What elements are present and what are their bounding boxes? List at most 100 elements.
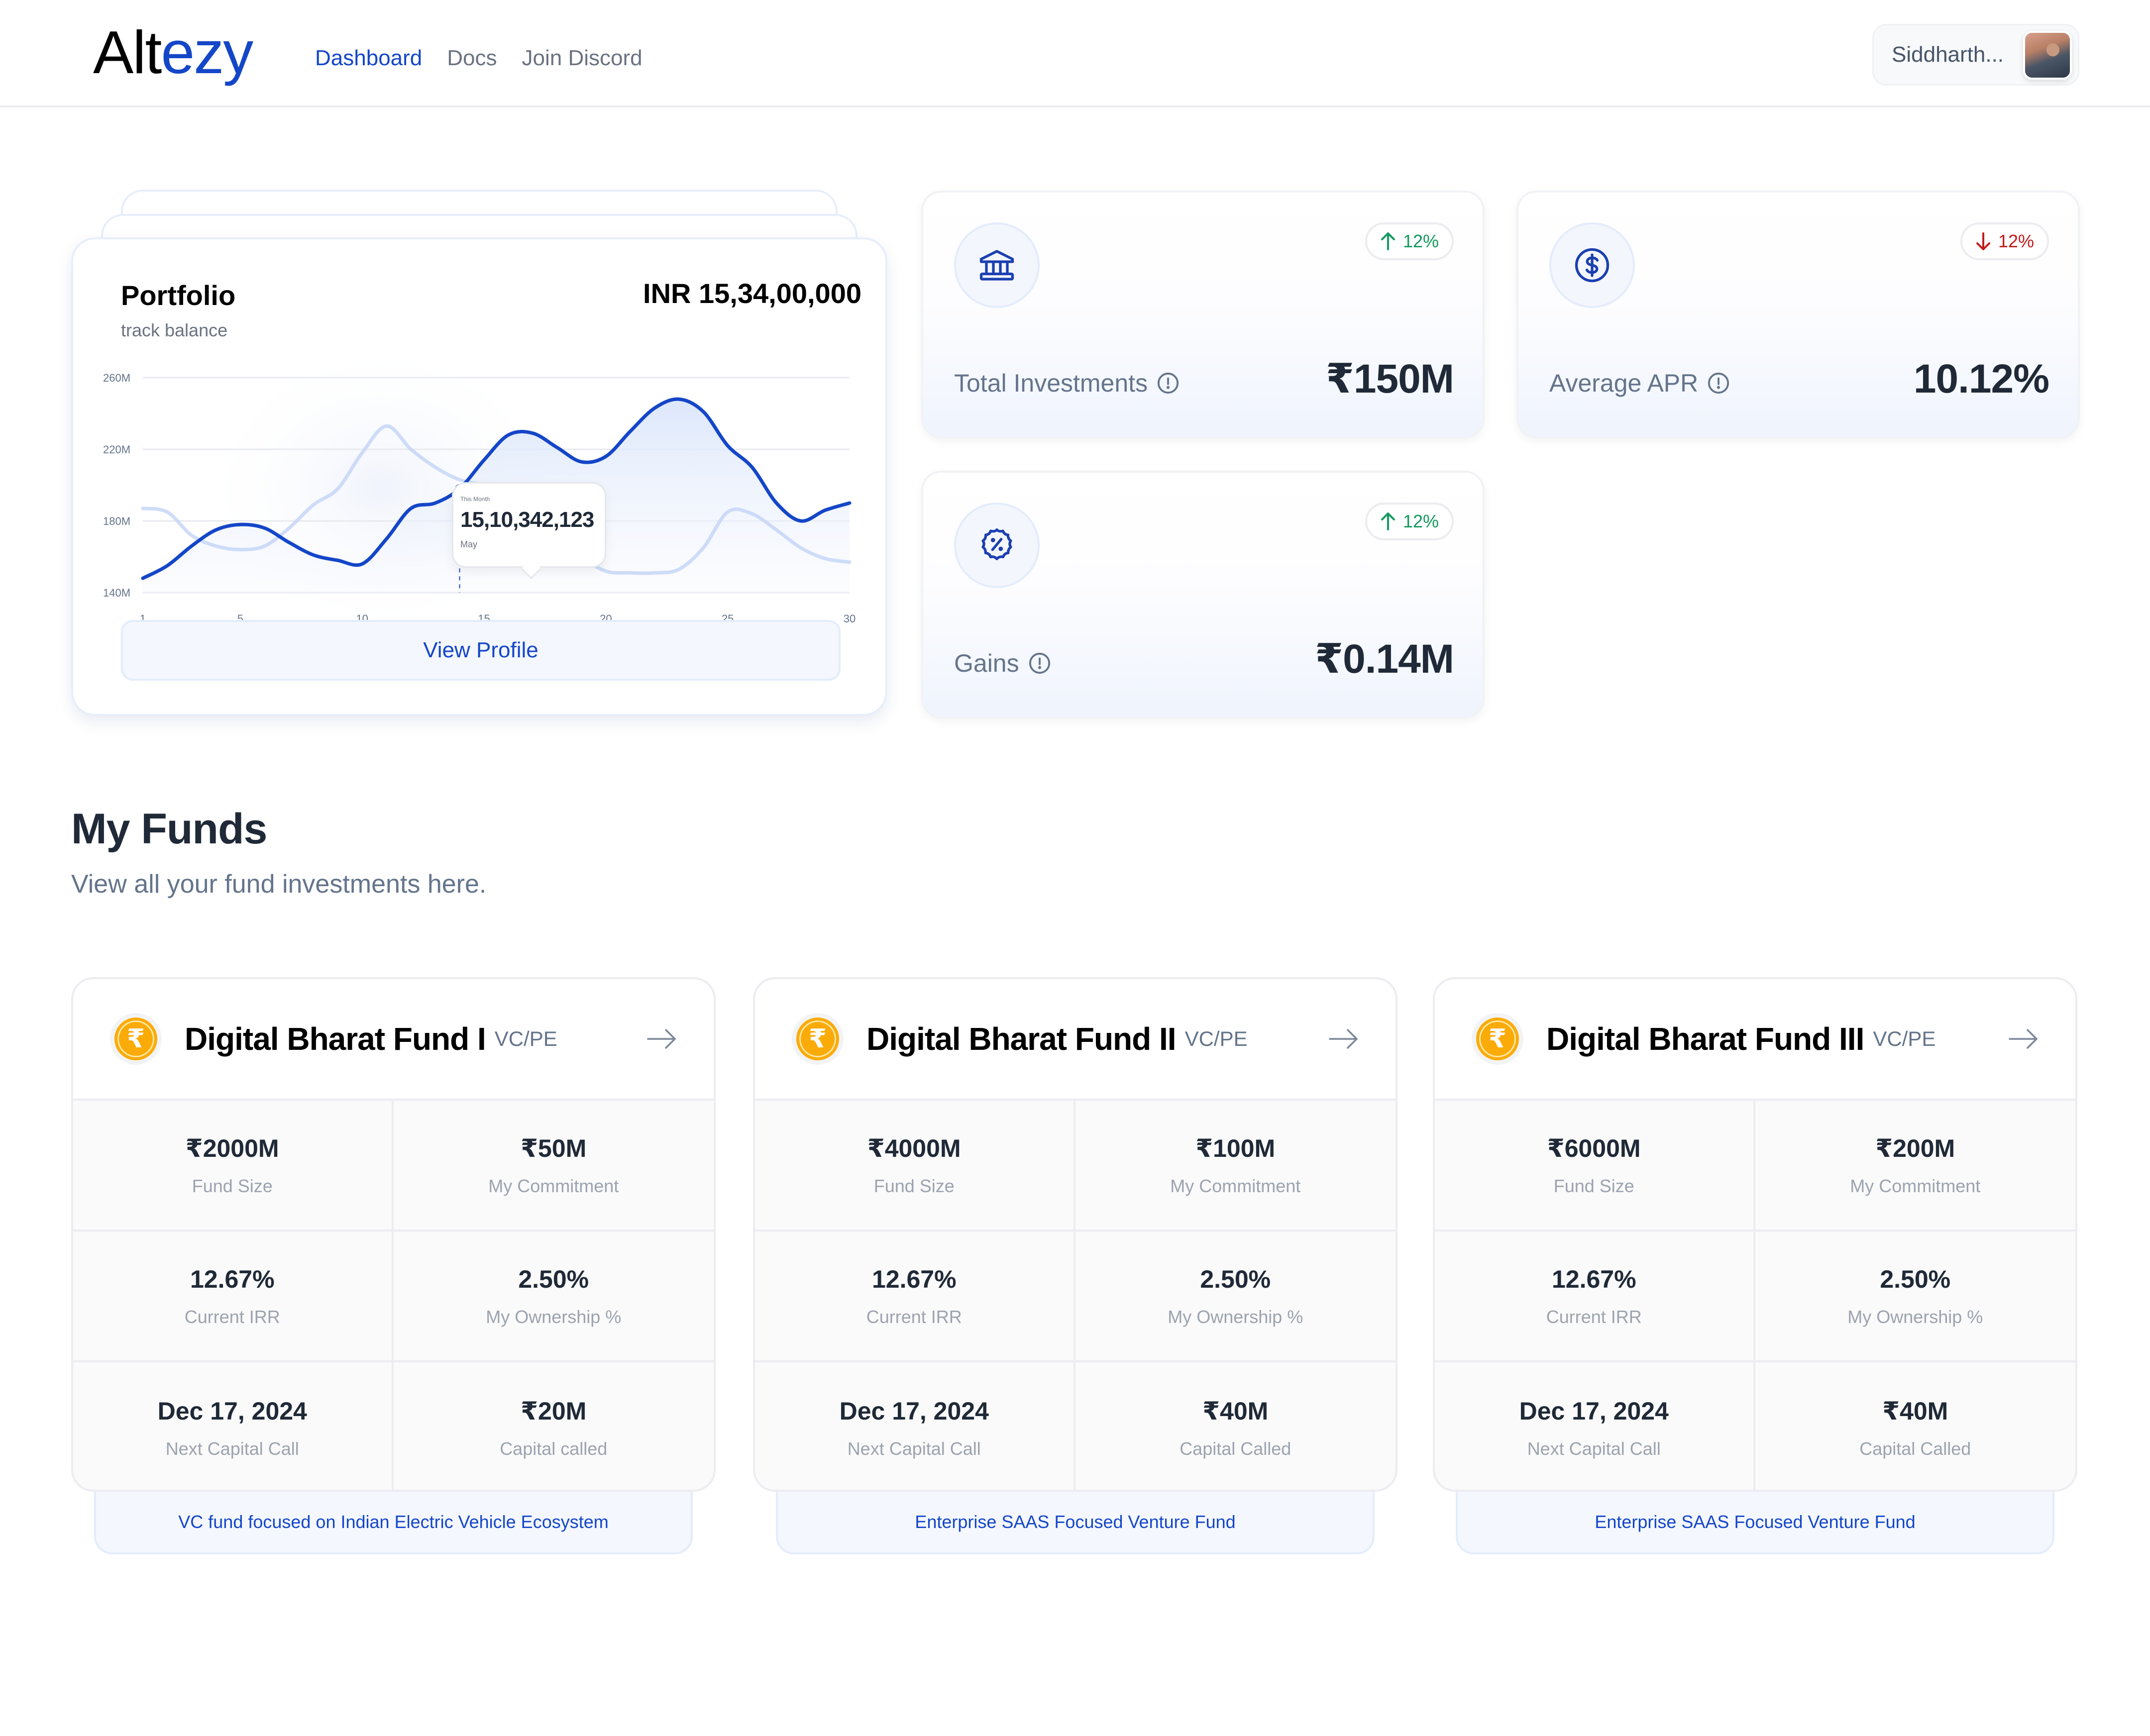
logo-text-accent: ezy (161, 18, 253, 86)
arrow-right-icon[interactable] (646, 1027, 678, 1051)
metric-value: 2.50% (518, 1265, 589, 1293)
fund-metric: Dec 17, 2024 Next Capital Call (755, 1362, 1075, 1490)
metric-value: Dec 17, 2024 (839, 1397, 989, 1425)
metric-label: My Ownership % (1847, 1306, 1983, 1327)
fund-metric: ₹2000M Fund Size (73, 1101, 394, 1231)
metric-value: 12.67% (1551, 1265, 1636, 1293)
fund-metric: 2.50% My Ownership % (1755, 1231, 2075, 1362)
arrow-right-icon[interactable] (1328, 1027, 1360, 1051)
metric-value: 12.67% (190, 1265, 275, 1293)
metric-label: Current IRR (866, 1306, 962, 1327)
top-nav-bar: Altezy Dashboard Docs Join Discord Siddh… (0, 0, 2150, 107)
metric-value: ₹4000M (867, 1134, 961, 1162)
fund-metric: ₹100M My Commitment (1075, 1101, 1396, 1231)
metric-value: 12.67% (871, 1265, 957, 1293)
metric-value: Dec 17, 2024 (157, 1397, 307, 1425)
fund-metric: 2.50% My Ownership % (393, 1231, 714, 1362)
fund-description: VC fund focused on Indian Electric Vehic… (94, 1490, 693, 1554)
stat-value: 10.12% (1913, 356, 2049, 402)
change-badge: 12% (1365, 503, 1454, 540)
nav-dashboard-link[interactable]: Dashboard (315, 46, 422, 71)
stat-label: Total Investments (954, 369, 1148, 397)
main-nav: Dashboard Docs Join Discord (315, 46, 643, 71)
metric-label: Fund Size (873, 1175, 955, 1196)
rupee-coin-icon: ₹ (792, 1013, 844, 1065)
stat-card-gains: 12% Gains ₹0.14M (921, 471, 1485, 718)
fund-card-body[interactable]: ₹ Digital Bharat Fund I VC/PE ₹2000M Fund… (71, 977, 716, 1492)
change-value: 12% (1402, 511, 1439, 531)
app-logo[interactable]: Altezy (93, 18, 253, 86)
info-icon[interactable] (1028, 652, 1051, 675)
portfolio-total-balance: INR 15,34,00,000 (643, 278, 861, 309)
fund-name: Digital Bharat Fund I (185, 1021, 486, 1057)
tooltip-label: This Month (460, 496, 490, 503)
fund-metric: 12.67% Current IRR (1435, 1231, 1755, 1362)
fund-header: ₹ Digital Bharat Fund III VC/PE (1435, 979, 2075, 1101)
metric-value: ₹2000M (185, 1134, 279, 1162)
change-badge: 12% (1960, 222, 2049, 260)
metric-value: Dec 17, 2024 (1519, 1397, 1669, 1425)
y-tick-label: 180M (103, 515, 130, 527)
stat-label: Gains (954, 649, 1019, 677)
fund-card-body[interactable]: ₹ Digital Bharat Fund II VC/PE ₹4000M Fun… (753, 977, 1398, 1492)
fund-card: ₹ Digital Bharat Fund II VC/PE ₹4000M Fun… (753, 977, 1398, 1554)
stat-label: Average APR (1549, 369, 1699, 397)
fund-metrics-grid: ₹6000M Fund Size ₹200M My Commitment 12.67% C… (1435, 1101, 2076, 1490)
fund-card: ₹ Digital Bharat Fund I VC/PE ₹2000M Fund… (71, 977, 716, 1554)
fund-metric: Dec 17, 2024 Next Capital Call (73, 1362, 394, 1490)
nav-join-discord-link[interactable]: Join Discord (522, 46, 643, 71)
arrow-right-icon[interactable] (2008, 1027, 2040, 1051)
stat-value: ₹150M (1325, 356, 1454, 402)
logo-text-primary: Alt (93, 18, 162, 86)
portfolio-card: Portfolio track balance INR 15,34,00,000… (71, 237, 887, 716)
fund-card-body[interactable]: ₹ Digital Bharat Fund III VC/PE ₹6000M Fu… (1433, 977, 2077, 1492)
metric-value: 2.50% (1200, 1265, 1271, 1293)
view-profile-button[interactable]: View Profile (121, 620, 841, 681)
change-badge: 12% (1365, 222, 1454, 260)
x-tick-label: 30 (844, 613, 856, 625)
metric-label: Capital Called (1180, 1438, 1291, 1459)
stat-card-average-apr: 12% Average APR 10.12% (1516, 191, 2080, 438)
fund-metric: ₹4000M Fund Size (755, 1101, 1075, 1231)
metric-value: 2.50% (1880, 1265, 1951, 1293)
metric-value: ₹40M (1202, 1397, 1269, 1425)
y-tick-label: 220M (103, 443, 130, 456)
portfolio-chart[interactable]: 140M 180M 220M 260M 1 5 10 15 20 25 30 This Month … (103, 339, 879, 637)
fund-metric: ₹200M My Commitment (1755, 1101, 2075, 1231)
metric-label: My Ownership % (486, 1306, 622, 1327)
fund-name: Digital Bharat Fund II (866, 1021, 1177, 1057)
stat-value: ₹0.14M (1315, 636, 1454, 682)
info-icon[interactable] (1707, 372, 1730, 395)
fund-metric: ₹40M Capital Called (1075, 1362, 1396, 1490)
fund-name: Digital Bharat Fund III (1546, 1021, 1864, 1057)
user-name: Siddharth... (1892, 42, 2004, 67)
fund-type: VC/PE (1873, 1027, 1936, 1050)
chart-tooltip: This Month 15,10,342,123 May (452, 482, 606, 568)
user-menu-button[interactable]: Siddharth... (1872, 24, 2079, 86)
metric-label: Capital called (500, 1438, 608, 1459)
nav-docs-link[interactable]: Docs (447, 46, 497, 71)
info-icon[interactable] (1157, 372, 1180, 395)
metric-label: Capital Called (1859, 1438, 1971, 1459)
metric-value: ₹100M (1195, 1134, 1276, 1162)
stat-card-total-investments: 12% Total Investments ₹150M (921, 191, 1485, 438)
fund-metric: Dec 17, 2024 Next Capital Call (1435, 1362, 1755, 1490)
dollar-circle-icon (1575, 248, 1610, 283)
metric-value: ₹20M (521, 1397, 587, 1425)
fund-type: VC/PE (1184, 1027, 1248, 1050)
metric-label: Next Capital Call (847, 1438, 981, 1459)
metric-label: Current IRR (184, 1306, 280, 1327)
bank-icon (979, 250, 1014, 281)
y-tick-label: 140M (103, 587, 130, 599)
metric-value: ₹6000M (1547, 1134, 1641, 1162)
fund-metric: 12.67% Current IRR (73, 1231, 394, 1362)
arrow-down-icon (1976, 232, 1990, 250)
fund-metric: ₹6000M Fund Size (1435, 1101, 1755, 1231)
fund-metrics-grid: ₹4000M Fund Size ₹100M My Commitment 12.67% C… (755, 1101, 1396, 1490)
metric-value: ₹40M (1882, 1397, 1948, 1425)
rupee-coin-icon: ₹ (1472, 1013, 1523, 1065)
change-value: 12% (1998, 231, 2034, 251)
percent-badge-icon (981, 528, 1012, 560)
tooltip-month: May (460, 539, 478, 549)
fund-metric: ₹40M Capital Called (1755, 1362, 2076, 1490)
